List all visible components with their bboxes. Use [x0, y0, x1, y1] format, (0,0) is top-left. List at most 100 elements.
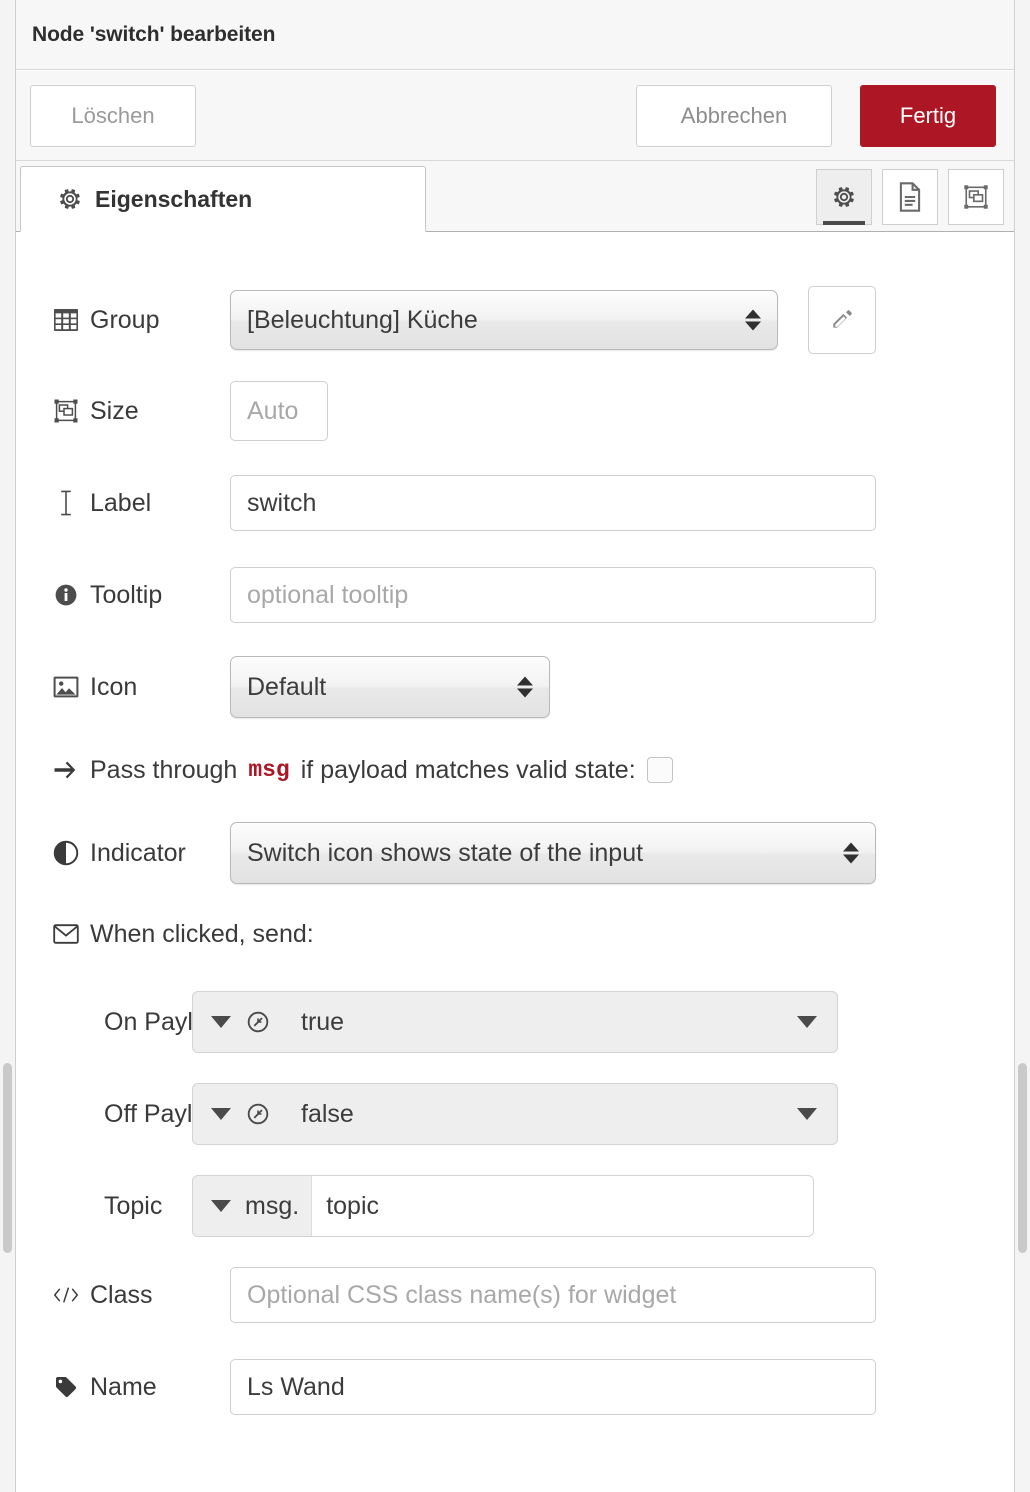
tab-strip: Eigenschaften [16, 161, 1014, 232]
chevron-down-icon [211, 1200, 231, 1212]
form-row-icon: Icon Default [16, 656, 1014, 718]
off-payload-type-selector[interactable] [193, 1084, 285, 1144]
size-label-cell: Size [16, 398, 230, 424]
class-label-cell: Class [16, 1282, 230, 1308]
dialog-button-bar: Löschen Abbrechen Fertig [16, 71, 1014, 161]
edit-group-button[interactable] [808, 286, 876, 354]
left-scrollbar[interactable] [0, 0, 16, 1492]
name-input[interactable]: Ls Wand [230, 1359, 876, 1415]
appearance-tab-icon-button[interactable] [948, 169, 1004, 225]
group-label-cell: Group [16, 307, 230, 333]
form-row-on-payload: On Payload true [16, 988, 1014, 1056]
name-label: Name [90, 1372, 157, 1401]
indicator-label-cell: Indicator [16, 840, 230, 866]
tab-properties-label: Eigenschaften [95, 185, 253, 212]
tooltip-input[interactable]: optional tooltip [230, 567, 876, 623]
document-icon [897, 182, 923, 212]
passthrough-row: Pass through msg if payload matches vali… [16, 750, 1014, 790]
arrow-right-icon [53, 757, 79, 783]
label-input-value: switch [247, 488, 317, 517]
image-icon [53, 674, 79, 700]
when-clicked-row: When clicked, send: [16, 914, 1014, 954]
on-payload-typed-input[interactable]: true [192, 991, 838, 1053]
group-select-value: [Beleuchtung] Küche [247, 305, 478, 334]
tag-icon [53, 1374, 79, 1400]
form-row-name: Name Ls Wand [16, 1356, 1014, 1418]
form-row-topic: Topic msg. topic [16, 1172, 1014, 1240]
group-select[interactable]: [Beleuchtung] Küche [230, 290, 778, 350]
topic-input-value[interactable]: topic [312, 1176, 813, 1236]
size-button[interactable]: Auto [230, 381, 328, 441]
delete-button[interactable]: Löschen [30, 84, 196, 147]
gear-icon [831, 184, 857, 210]
select-arrows-icon [517, 676, 533, 698]
label-field-label-cell: Label [16, 490, 230, 516]
chevron-down-icon [211, 1108, 231, 1120]
gear-icon [57, 186, 83, 212]
tooltip-label: Tooltip [90, 580, 163, 609]
chevron-down-icon[interactable] [797, 1108, 817, 1120]
select-arrows-icon [745, 309, 761, 331]
dialog-title: Node 'switch' bearbeiten [32, 22, 276, 46]
name-label-cell: Name [16, 1374, 230, 1400]
topic-type-selector[interactable]: msg. [193, 1176, 313, 1236]
icon-field-label: Icon [90, 672, 138, 701]
tooltip-label-cell: Tooltip [16, 582, 230, 608]
size-value: Auto [247, 396, 299, 425]
class-input[interactable]: Optional CSS class name(s) for widget [230, 1267, 876, 1323]
appearance-icon [963, 184, 989, 210]
right-scrollbar-thumb[interactable] [1018, 1063, 1027, 1253]
off-payload-typed-input[interactable]: false [192, 1083, 838, 1145]
done-button[interactable]: Fertig [860, 84, 996, 147]
indicator-select[interactable]: Switch icon shows state of the input [230, 822, 876, 884]
info-circle-icon [53, 582, 79, 608]
cancel-button[interactable]: Abbrechen [636, 84, 832, 147]
form-row-group: Group [Beleuchtung] Küche [16, 286, 1014, 354]
chevron-down-icon [211, 1016, 231, 1028]
adjust-circle-icon [53, 840, 79, 866]
tab-icon-group [816, 169, 1004, 225]
indicator-label: Indicator [90, 838, 186, 867]
form-row-class: Class Optional CSS class name(s) for wid… [16, 1264, 1014, 1326]
class-placeholder: Optional CSS class name(s) for widget [247, 1280, 677, 1309]
icon-field-label-cell: Icon [16, 674, 230, 700]
label-input[interactable]: switch [230, 475, 876, 531]
right-scrollbar[interactable] [1014, 0, 1030, 1492]
class-label: Class [90, 1280, 153, 1309]
form-row-indicator: Indicator Switch icon shows state of the… [16, 822, 1014, 884]
envelope-icon [53, 921, 79, 947]
node-edit-dialog: Node 'switch' bearbeiten Löschen Abbrech… [0, 0, 1030, 1492]
form-row-size: Size Auto [16, 380, 1014, 442]
object-group-icon [53, 398, 79, 424]
size-label: Size [90, 396, 139, 425]
passthrough-text-after: if payload matches valid state: [300, 755, 636, 784]
form-row-tooltip: Tooltip optional tooltip [16, 564, 1014, 626]
on-payload-value: true [301, 1007, 345, 1036]
topic-label: Topic [104, 1191, 163, 1220]
properties-form: Group [Beleuchtung] Küche Size Auto Labe… [16, 232, 1014, 1492]
on-payload-type-selector[interactable] [193, 992, 285, 1052]
boolean-type-icon [245, 1101, 271, 1127]
group-label: Group [90, 305, 160, 334]
icon-select-value: Default [247, 672, 327, 701]
topic-typed-input[interactable]: msg. topic [192, 1175, 814, 1237]
select-arrows-icon [843, 842, 859, 864]
label-field-label: Label [90, 488, 152, 517]
table-icon [53, 307, 79, 333]
tab-properties[interactable]: Eigenschaften [20, 166, 426, 232]
code-icon [53, 1282, 79, 1308]
dialog-header: Node 'switch' bearbeiten [16, 0, 1014, 70]
topic-prefix: msg. [245, 1191, 300, 1220]
passthrough-msg-code: msg [248, 757, 290, 783]
text-cursor-icon [53, 490, 79, 516]
chevron-down-icon[interactable] [797, 1016, 817, 1028]
properties-tab-icon-button[interactable] [816, 169, 872, 225]
left-scrollbar-thumb[interactable] [3, 1063, 12, 1253]
indicator-select-value: Switch icon shows state of the input [247, 838, 644, 867]
pencil-icon [829, 307, 855, 333]
passthrough-text-before: Pass through [90, 755, 238, 784]
icon-select[interactable]: Default [230, 656, 550, 718]
description-tab-icon-button[interactable] [882, 169, 938, 225]
passthrough-checkbox[interactable] [646, 757, 673, 783]
form-row-label: Label switch [16, 472, 1014, 534]
